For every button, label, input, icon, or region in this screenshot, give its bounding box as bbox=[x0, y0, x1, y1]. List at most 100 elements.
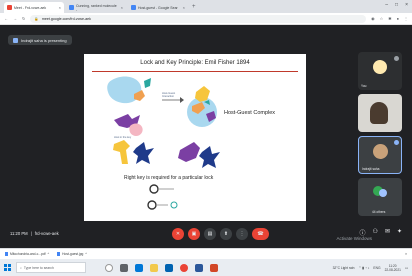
close-window-icon[interactable]: × bbox=[405, 2, 408, 8]
camera-icon[interactable]: ◉ bbox=[371, 16, 375, 21]
avatar bbox=[379, 189, 387, 197]
reload-icon[interactable]: ↻ bbox=[22, 16, 25, 21]
participant-tile-video[interactable] bbox=[358, 94, 402, 132]
slide-small-label: Interaction bbox=[162, 95, 175, 98]
molecule-ring-1 bbox=[149, 184, 159, 194]
google-favicon-icon bbox=[69, 5, 74, 10]
host-guest-complex-label: Host-Guest Complex bbox=[224, 110, 276, 116]
weather-text[interactable]: 32°C Light rain bbox=[333, 266, 355, 270]
task-view-icon[interactable] bbox=[120, 263, 128, 272]
meeting-info: 11:20 PM | frd-vcwe-aek bbox=[10, 231, 59, 236]
chevron-up-icon[interactable]: ^ bbox=[48, 252, 50, 256]
leave-call-button[interactable]: ☎ bbox=[252, 228, 269, 240]
screen: Meet - Frd-vcwe-aek × Cunning, ranked mo… bbox=[0, 0, 412, 276]
download-label: Mitochondria-and-c...pdf bbox=[10, 252, 46, 256]
activities-icon[interactable]: ✦ bbox=[397, 228, 402, 237]
file-explorer-icon[interactable] bbox=[150, 263, 158, 272]
participant-tile-presenter[interactable]: Indrajit saha bbox=[358, 136, 402, 174]
browser-tab-bar: Meet - Frd-vcwe-aek × Cunning, ranked mo… bbox=[0, 0, 412, 13]
cortana-icon[interactable] bbox=[105, 263, 113, 272]
start-button[interactable] bbox=[4, 264, 11, 271]
shared-slide: Lock and Key Principle: Emil Fisher 1894 bbox=[84, 54, 306, 221]
call-controls: ✕ ▣ ▤ ⬆ ⋮ ☎ bbox=[172, 228, 269, 240]
powerpoint-icon[interactable] bbox=[210, 263, 218, 272]
google-favicon-icon bbox=[131, 5, 136, 10]
language-indicator[interactable]: ENG bbox=[373, 266, 380, 270]
close-download-bar-icon[interactable]: × bbox=[405, 252, 407, 256]
present-icon: ⬆ bbox=[223, 231, 229, 237]
people-icon[interactable]: ⚇ bbox=[373, 228, 378, 237]
chevron-up-icon[interactable]: ^ bbox=[85, 252, 87, 256]
notifications-icon[interactable]: ▭ bbox=[405, 266, 408, 270]
meet-favicon-icon bbox=[7, 5, 12, 10]
clock[interactable]: 11:20 22-08-2021 bbox=[385, 264, 401, 272]
pdf-file-icon bbox=[5, 252, 8, 256]
menu-icon[interactable]: ⋮ bbox=[404, 16, 408, 21]
window-controls: – □ × bbox=[385, 2, 408, 8]
slide-small-label: Host in the key bbox=[114, 136, 132, 139]
key-yellow bbox=[113, 140, 130, 164]
clock-date: 22-08-2021 bbox=[384, 267, 401, 272]
presentation-icon bbox=[13, 37, 18, 43]
more-options-icon: ⋮ bbox=[239, 231, 245, 237]
store-icon[interactable] bbox=[165, 263, 173, 272]
participant-tile-others[interactable]: 44 others bbox=[358, 178, 402, 216]
maximize-icon[interactable]: □ bbox=[395, 2, 398, 8]
windows-taskbar: ⌕ Type here to search 32°C Light rain ⌃ … bbox=[0, 259, 412, 276]
chrome-icon[interactable] bbox=[180, 263, 188, 272]
search-placeholder: Type here to search bbox=[23, 265, 54, 270]
mic-off-icon: ✕ bbox=[175, 231, 181, 237]
minimize-icon[interactable]: – bbox=[385, 2, 388, 8]
more-options-button[interactable]: ⋮ bbox=[236, 228, 248, 240]
participant-name: Indrajit saha bbox=[362, 167, 380, 171]
browser-toolbar: ← → ↻ 🔒 meet.google.com/frd-vcwe-aek ◉ ☆… bbox=[0, 13, 412, 25]
camera-off-button[interactable]: ▣ bbox=[188, 228, 200, 240]
url-text: meet.google.com/frd-vcwe-aek bbox=[41, 16, 91, 21]
guest-key-teal bbox=[144, 78, 151, 88]
word-icon[interactable] bbox=[195, 263, 203, 272]
taskbar-search-box[interactable]: ⌕ Type here to search bbox=[16, 262, 86, 273]
forward-icon[interactable]: → bbox=[13, 16, 17, 21]
chat-icon[interactable]: ✉ bbox=[385, 228, 390, 237]
meeting-separator: | bbox=[30, 231, 32, 236]
participant-video-figure bbox=[370, 102, 388, 124]
tab-search-2[interactable]: Host-guest - Google Sear × bbox=[128, 2, 188, 13]
edge-icon[interactable] bbox=[135, 263, 143, 272]
presenting-label: Indrajit saha is presenting bbox=[21, 37, 67, 43]
close-tab-icon[interactable]: × bbox=[183, 5, 185, 10]
tab-search-1[interactable]: Cunning, ranked molecule - × bbox=[66, 2, 126, 13]
new-tab-icon[interactable]: + bbox=[192, 4, 196, 10]
participant-tile-self[interactable]: You bbox=[358, 52, 402, 90]
extension-area: ◉ ☆ ✱ ● ⋮ bbox=[371, 16, 408, 21]
close-tab-icon[interactable]: × bbox=[121, 5, 123, 10]
download-item[interactable]: Host-guest.jpg ^ bbox=[57, 252, 87, 256]
back-icon[interactable]: ← bbox=[4, 16, 8, 21]
download-label: Host-guest.jpg bbox=[62, 252, 84, 256]
tab-meet[interactable]: Meet - Frd-vcwe-aek × bbox=[4, 2, 64, 13]
meeting-code: frd-vcwe-aek bbox=[34, 231, 59, 236]
tab-label: Host-guest - Google Sear bbox=[138, 5, 178, 10]
puzzle-icon[interactable]: ✱ bbox=[388, 16, 391, 21]
more-options-icon[interactable] bbox=[394, 56, 399, 61]
download-item[interactable]: Mitochondria-and-c...pdf ^ bbox=[5, 252, 49, 256]
presenting-chip[interactable]: Indrajit saha is presenting bbox=[8, 35, 72, 45]
avatar bbox=[373, 60, 387, 74]
close-tab-icon[interactable]: × bbox=[59, 5, 61, 10]
lock-icon: 🔒 bbox=[34, 16, 39, 21]
system-tray: 32°C Light rain ⌃ ▮ ◔ ♪ ENG 11:20 22-08-… bbox=[333, 264, 408, 272]
mic-active-icon bbox=[394, 140, 399, 145]
activate-windows-watermark: Activate Windows bbox=[336, 236, 372, 241]
present-button[interactable]: ⬆ bbox=[220, 228, 232, 240]
guest-blob-pink bbox=[129, 123, 143, 136]
meeting-time: 11:20 PM bbox=[10, 231, 28, 236]
lock-navy bbox=[199, 146, 220, 168]
profile-icon[interactable]: ● bbox=[397, 16, 399, 21]
star-icon[interactable]: ☆ bbox=[380, 16, 384, 21]
address-bar[interactable]: 🔒 meet.google.com/frd-vcwe-aek bbox=[30, 14, 367, 23]
captions-button[interactable]: ▤ bbox=[204, 228, 216, 240]
molecule-ring-2 bbox=[147, 200, 157, 210]
avatar bbox=[373, 144, 388, 159]
mic-off-button[interactable]: ✕ bbox=[172, 228, 184, 240]
image-file-icon bbox=[57, 252, 61, 256]
tray-icons[interactable]: ⌃ ▮ ◔ ♪ bbox=[358, 266, 369, 270]
